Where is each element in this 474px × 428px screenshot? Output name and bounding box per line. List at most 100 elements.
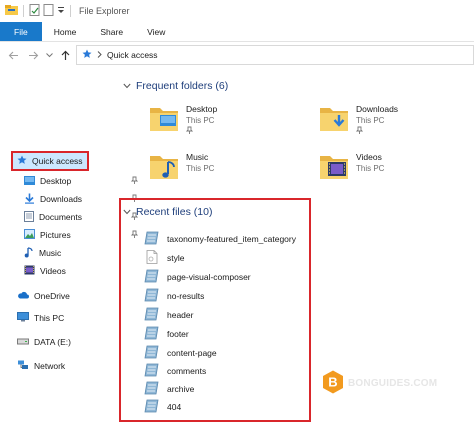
navigation-bar: Quick access (0, 42, 474, 68)
folder-name: Downloads (356, 104, 399, 114)
sidebar-item-this-pc[interactable]: This PC (17, 310, 64, 326)
file-icon (144, 381, 160, 397)
recent-file-row[interactable]: no-results (144, 288, 204, 304)
desktop-icon (24, 175, 35, 187)
address-bar[interactable]: Quick access (76, 45, 474, 65)
window-title: File Explorer (79, 6, 130, 16)
customize-toolbar-icon[interactable] (57, 6, 65, 16)
frequent-folder-music[interactable]: Music This PC (148, 150, 214, 184)
ribbon-tabs: File Home Share View (0, 22, 474, 42)
file-name: header (167, 310, 194, 320)
explorer-app-icon (5, 4, 18, 18)
file-name: taxonomy-featured_item_category (167, 234, 296, 244)
recent-file-row[interactable]: taxonomy-featured_item_category (144, 231, 296, 247)
network-icon (17, 360, 29, 372)
recent-file-row[interactable]: comments (144, 363, 206, 379)
sidebar-item-onedrive[interactable]: OneDrive (17, 288, 70, 304)
toolbar-divider (23, 5, 24, 17)
recent-file-row[interactable]: page-visual-composer (144, 269, 251, 285)
new-folder-icon[interactable] (43, 4, 54, 18)
sidebar-item-label: Network (34, 361, 66, 371)
up-arrow-icon[interactable] (58, 48, 72, 62)
properties-icon[interactable] (29, 4, 40, 18)
sidebar-item-network[interactable]: Network (17, 358, 65, 374)
download-icon (24, 193, 35, 206)
tab-home[interactable]: Home (42, 22, 89, 41)
collapse-chevron-icon[interactable] (123, 207, 131, 217)
recent-file-row[interactable]: 404 (144, 399, 181, 415)
tab-file[interactable]: File (0, 22, 42, 41)
file-icon (144, 345, 160, 361)
recent-files-header[interactable]: Recent files (10) (123, 206, 212, 218)
sidebar-item-label: Videos (40, 266, 66, 276)
sidebar-item-desktop[interactable]: Desktop (24, 173, 139, 189)
back-arrow-icon[interactable] (6, 48, 20, 62)
stylesheet-file-icon (144, 250, 160, 266)
sidebar-item-label: Downloads (40, 194, 83, 204)
recent-file-row[interactable]: style (144, 250, 184, 266)
music-icon (24, 246, 34, 260)
file-icon (144, 269, 160, 285)
frequent-folder-downloads[interactable]: Downloads This PC (318, 102, 398, 136)
sidebar-item-music[interactable]: Music (24, 245, 61, 261)
file-icon (144, 307, 160, 323)
file-icon (144, 326, 160, 342)
monitor-icon (17, 312, 29, 324)
sidebar-item-data-drive[interactable]: DATA (E:) (17, 334, 71, 350)
quick-access-star-icon (17, 155, 27, 167)
sidebar-item-pictures[interactable]: Pictures (24, 227, 139, 243)
recent-file-row[interactable]: archive (144, 381, 194, 397)
frequent-folder-videos[interactable]: Videos This PC (318, 150, 384, 184)
forward-arrow-icon[interactable] (26, 48, 40, 62)
file-name: style (167, 253, 185, 263)
section-title: Recent files (10) (136, 206, 213, 218)
sidebar-item-quick-access[interactable]: Quick access (17, 153, 83, 169)
folder-location: This PC (186, 116, 215, 125)
collapse-chevron-icon[interactable] (123, 81, 131, 91)
recent-locations-chevron-icon[interactable] (42, 48, 56, 62)
videos-folder-icon (318, 150, 350, 184)
file-name: 404 (167, 402, 182, 412)
sidebar-item-label: Quick access (32, 156, 83, 166)
sidebar-item-documents[interactable]: Documents (24, 209, 139, 225)
sidebar-item-label: Documents (39, 212, 82, 222)
sidebar-item-label: DATA (E:) (34, 337, 71, 347)
file-name: page-visual-composer (167, 272, 251, 282)
sidebar-item-label: Pictures (40, 230, 71, 240)
watermark-logo-letter: B (328, 375, 337, 390)
tab-view[interactable]: View (135, 22, 177, 41)
file-icon (144, 288, 160, 304)
sidebar-item-label: OneDrive (34, 291, 70, 301)
folder-name: Music (186, 152, 209, 162)
desktop-folder-icon (148, 102, 180, 136)
sidebar-item-videos[interactable]: Videos (24, 263, 66, 279)
sidebar-item-label: Desktop (40, 176, 72, 186)
downloads-folder-icon (318, 102, 350, 136)
folder-location: This PC (186, 164, 215, 173)
watermark-logo-icon: B (322, 370, 344, 396)
breadcrumb-separator-icon (97, 50, 102, 60)
toolbar-divider (70, 5, 71, 17)
cloud-icon (17, 291, 29, 301)
pin-icon (355, 126, 398, 136)
documents-icon (24, 210, 34, 224)
title-bar: File Explorer (0, 0, 474, 22)
music-folder-icon (148, 150, 180, 184)
tab-share[interactable]: Share (88, 22, 135, 41)
watermark-text: BONGUIDES.COM (348, 377, 438, 389)
file-icon (144, 363, 160, 379)
breadcrumb-location[interactable]: Quick access (107, 50, 158, 60)
sidebar-item-label: Music (39, 248, 62, 258)
watermark: B BONGUIDES.COM (322, 370, 437, 396)
folder-name: Desktop (186, 104, 218, 114)
frequent-folders-header[interactable]: Frequent folders (6) (123, 80, 228, 92)
recent-file-row[interactable]: content-page (144, 345, 217, 361)
sidebar-item-downloads[interactable]: Downloads (24, 191, 139, 207)
recent-file-row[interactable]: footer (144, 326, 189, 342)
section-title: Frequent folders (6) (136, 80, 229, 92)
pictures-icon (24, 229, 35, 241)
frequent-folder-desktop[interactable]: Desktop This PC (148, 102, 217, 136)
recent-file-row[interactable]: header (144, 307, 193, 323)
quick-access-toolbar (0, 4, 73, 18)
drive-icon (17, 337, 29, 347)
